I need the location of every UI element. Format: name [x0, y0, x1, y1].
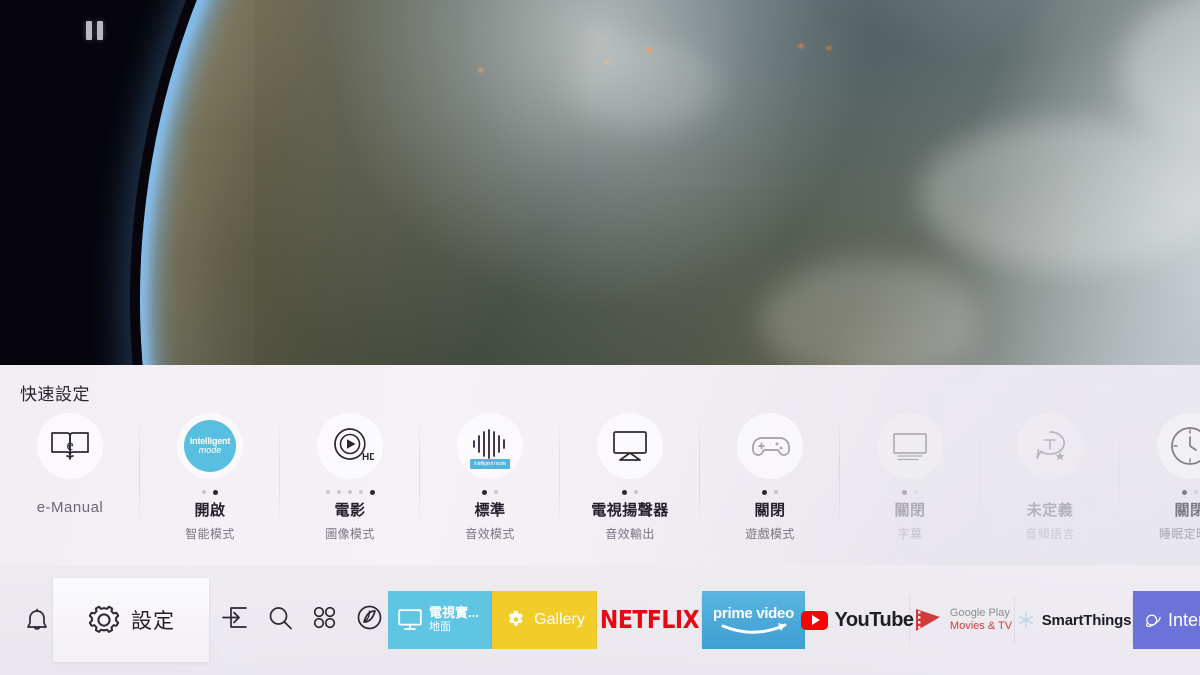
quick-setting-sleep-timer[interactable]: 關閉 睡眠定時器 [1120, 413, 1200, 542]
tile-title: Google Play [949, 607, 1010, 620]
tile-title: Gallery [534, 611, 585, 628]
option-dots [762, 486, 778, 498]
quick-setting-sound-mode[interactable]: intelligent mode 標準 音效模式 [420, 413, 560, 542]
tile-subtitle: 地面 [429, 621, 451, 634]
game-mode-gamepad-icon [737, 413, 803, 479]
setting-value: 關閉 [894, 502, 926, 519]
prime-video-tile[interactable]: prime video [702, 591, 805, 649]
quick-setting-game-mode[interactable]: 關閉 遊戲模式 [700, 413, 840, 542]
internet-globe-icon [1145, 614, 1161, 627]
setting-label: 圖像模式 [325, 527, 375, 541]
prime-smile-icon [721, 622, 786, 634]
setting-label: 音效輸出 [605, 527, 655, 541]
smartthings-tile[interactable]: SmartThings [1015, 591, 1133, 649]
intelligent-mode-badge: intelligent mode [470, 459, 510, 469]
setting-label: 遊戲模式 [745, 527, 795, 541]
setting-value: 關閉 [754, 502, 786, 519]
pause-icon [86, 21, 103, 40]
ambient-mode-button[interactable] [357, 605, 382, 630]
google-play-movies-icon [915, 609, 940, 631]
tile-title: 電視實... [429, 605, 479, 621]
quick-setting-caption[interactable]: 關閉 字幕 [840, 413, 980, 542]
bell-icon [27, 608, 47, 630]
setting-label: 音效模式 [465, 527, 515, 541]
app-shortcut-strip: 電視實... 地面 Gallery NETFLIX prime video Yo… [388, 591, 1200, 649]
youtube-tile[interactable]: YouTube [801, 591, 914, 649]
quick-setting-sound-output[interactable]: 電視揚聲器 音效輸出 [560, 413, 700, 542]
quick-setting-audio-language[interactable]: 未定義 音頻語言 [980, 413, 1120, 542]
setting-label: 智能模式 [185, 527, 235, 541]
option-dots [202, 486, 218, 498]
settings-button[interactable]: 設定 [53, 578, 209, 662]
notification-bell-button[interactable] [25, 608, 49, 634]
option-dots [902, 486, 918, 498]
tile-subtitle: Movies & TV [949, 620, 1013, 632]
source-input-icon [222, 607, 247, 628]
setting-value: 電影 [334, 502, 366, 519]
gear-icon [88, 605, 120, 633]
internet-tile[interactable]: Internet [1133, 591, 1200, 649]
option-dots [325, 486, 375, 498]
google-play-tile[interactable]: Google Play Movies & TV [910, 591, 1015, 649]
setting-value: 開啟 [194, 502, 226, 519]
quick-setting-intelligent-mode[interactable]: intelligent mode 開啟 智能模式 [140, 413, 280, 542]
option-dots [482, 486, 498, 498]
tile-title: NETFLIX [599, 606, 700, 634]
sound-output-tv-icon [597, 413, 663, 479]
search-icon [269, 606, 292, 629]
setting-value: 標準 [474, 502, 506, 519]
youtube-play-icon [801, 610, 829, 630]
quick-settings-row: e e-Manual intelligent mode 開啟 智能模式 HD 電… [0, 413, 1200, 563]
quick-settings-title: 快速設定 [20, 385, 90, 404]
setting-label: 睡眠定時器 [1158, 527, 1200, 541]
option-dots [1182, 486, 1198, 498]
tv-screen: 快速設定 e e-Manual intelligent mode 開啟 智能模式… [0, 0, 1200, 675]
source-input-button[interactable] [222, 607, 247, 628]
svg-text:HDR: HDR [362, 452, 374, 463]
tile-title: SmartThings [1041, 611, 1132, 629]
tv-monitor-icon [398, 609, 422, 630]
setting-label: 音頻語言 [1025, 527, 1075, 541]
apps-button[interactable] [313, 606, 336, 629]
gallery-tile[interactable]: Gallery [492, 591, 597, 649]
e-manual-book-icon: e [37, 413, 103, 479]
picture-mode-hdr-icon: HDR [317, 413, 383, 479]
setting-value: 關閉 [1174, 502, 1200, 519]
setting-label: 字幕 [897, 527, 923, 541]
tile-title: prime video [713, 604, 794, 622]
apps-grid-icon [313, 606, 336, 629]
utility-icon-row [222, 605, 382, 630]
netflix-tile[interactable]: NETFLIX [597, 591, 702, 649]
setting-value: 電視揚聲器 [591, 502, 669, 519]
caption-subtitle-icon [877, 413, 943, 479]
option-dots [622, 486, 638, 498]
sound-mode-equalizer-icon: intelligent mode [457, 413, 523, 479]
quick-settings-panel: 快速設定 e e-Manual intelligent mode 開啟 智能模式… [0, 365, 1200, 565]
quick-setting-e-manual[interactable]: e e-Manual [0, 413, 140, 525]
svg-text:e: e [66, 437, 73, 454]
settings-label: 設定 [131, 610, 175, 633]
setting-value: 未定義 [1026, 502, 1074, 519]
intelligent-mode-icon: intelligent mode [177, 413, 243, 479]
gallery-flower-icon [509, 610, 523, 627]
ambient-mode-icon [357, 605, 382, 630]
smartthings-snowflake-icon [1018, 612, 1033, 628]
tile-title: YouTube [834, 608, 914, 631]
quick-setting-picture-mode[interactable]: HDR 電影 圖像模式 [280, 413, 420, 542]
tv-live-tile[interactable]: 電視實... 地面 [388, 591, 492, 649]
audio-description-icon [1017, 413, 1083, 479]
setting-value: e-Manual [36, 499, 104, 516]
tile-title: Internet [1167, 609, 1200, 630]
search-button[interactable] [268, 606, 292, 630]
sleep-timer-clock-icon [1157, 413, 1200, 479]
